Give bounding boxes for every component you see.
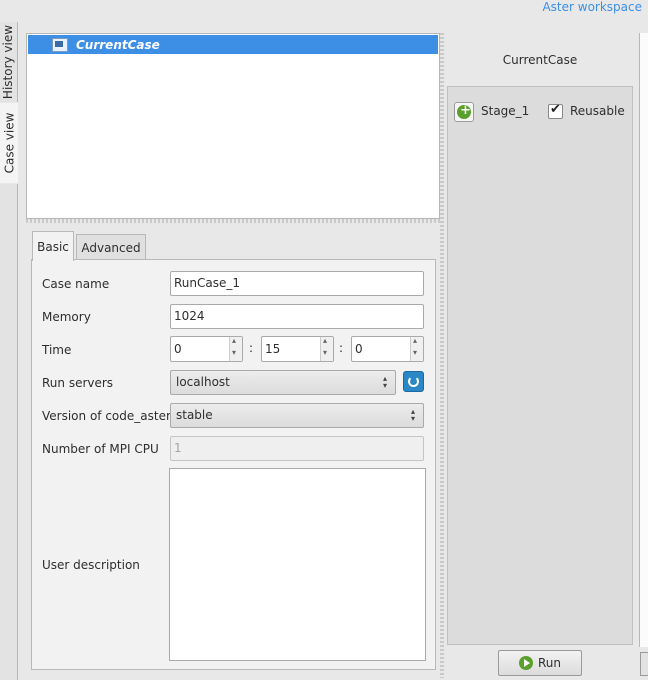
right-panel-button[interactable] [640,652,648,676]
user-description-textarea[interactable] [169,468,426,661]
reusable-label: Reusable [570,104,625,118]
time-separator: : [249,341,254,355]
tree-item-label: CurrentCase [76,37,160,52]
tab-history-label: History view [1,24,16,100]
tab-basic[interactable]: Basic [32,231,74,261]
spin-arrows-icon[interactable] [229,336,242,361]
tab-case-view[interactable]: Case view [0,103,18,183]
refresh-icon [408,376,419,387]
run-servers-value: localhost [176,375,230,389]
mpi-cpu-label: Number of MPI CPU [42,442,159,456]
case-tree[interactable]: CurrentCase [26,33,440,219]
run-button-label: Run [537,656,561,670]
stage-list [447,86,633,645]
time-label: Time [42,343,72,357]
refresh-servers-button[interactable] [403,371,424,392]
spin-arrows-icon[interactable] [320,336,333,361]
memory-label: Memory [42,310,91,324]
user-description-label: User description [42,558,140,572]
tab-advanced-label: Advanced [81,240,141,255]
time-minutes-spinbox[interactable]: 15 [261,336,334,362]
run-button[interactable]: Run [498,650,582,676]
time-hours-spinbox[interactable]: 0 [170,336,243,362]
right-side-panel [639,33,648,647]
case-icon [52,37,68,52]
mpi-cpu-input: 1 [170,436,424,461]
side-tab-bar [0,184,18,680]
add-stage-icon[interactable] [454,102,474,122]
tab-history-view[interactable]: History view [0,22,18,102]
stage-panel-header: CurrentCase [447,33,633,87]
version-label: Version of code_aster [42,409,171,423]
stage-panel-title: CurrentCase [502,53,578,67]
version-select[interactable]: stable ▴ ▾ [170,403,424,428]
run-icon [518,656,533,670]
time-seconds-value: 0 [355,342,363,356]
run-servers-select[interactable]: localhost ▴ ▾ [170,370,396,395]
time-minutes-value: 15 [265,342,281,356]
horizontal-splitter[interactable] [26,219,440,223]
tree-item-current-case[interactable]: CurrentCase [28,35,438,54]
chevron-updown-icon: ▴ ▾ [382,374,387,390]
vertical-splitter[interactable] [440,33,444,678]
time-hours-value: 0 [174,342,182,356]
time-separator: : [339,341,344,355]
tab-case-label: Case view [2,112,17,174]
case-name-label: Case name [42,277,110,291]
run-servers-label: Run servers [42,376,114,390]
aster-workspace-link[interactable]: Aster workspace [542,0,642,14]
case-name-input[interactable]: RunCase_1 [170,271,424,296]
reusable-checkbox[interactable] [548,102,563,119]
memory-input[interactable]: 1024 [170,304,424,329]
stage-name[interactable]: Stage_1 [481,104,529,118]
chevron-updown-icon: ▴ ▾ [410,407,415,423]
tab-basic-label: Basic [37,239,69,254]
version-value: stable [176,408,213,422]
tab-advanced[interactable]: Advanced [76,234,146,260]
time-seconds-spinbox[interactable]: 0 [351,336,424,362]
spin-arrows-icon[interactable] [410,336,423,361]
